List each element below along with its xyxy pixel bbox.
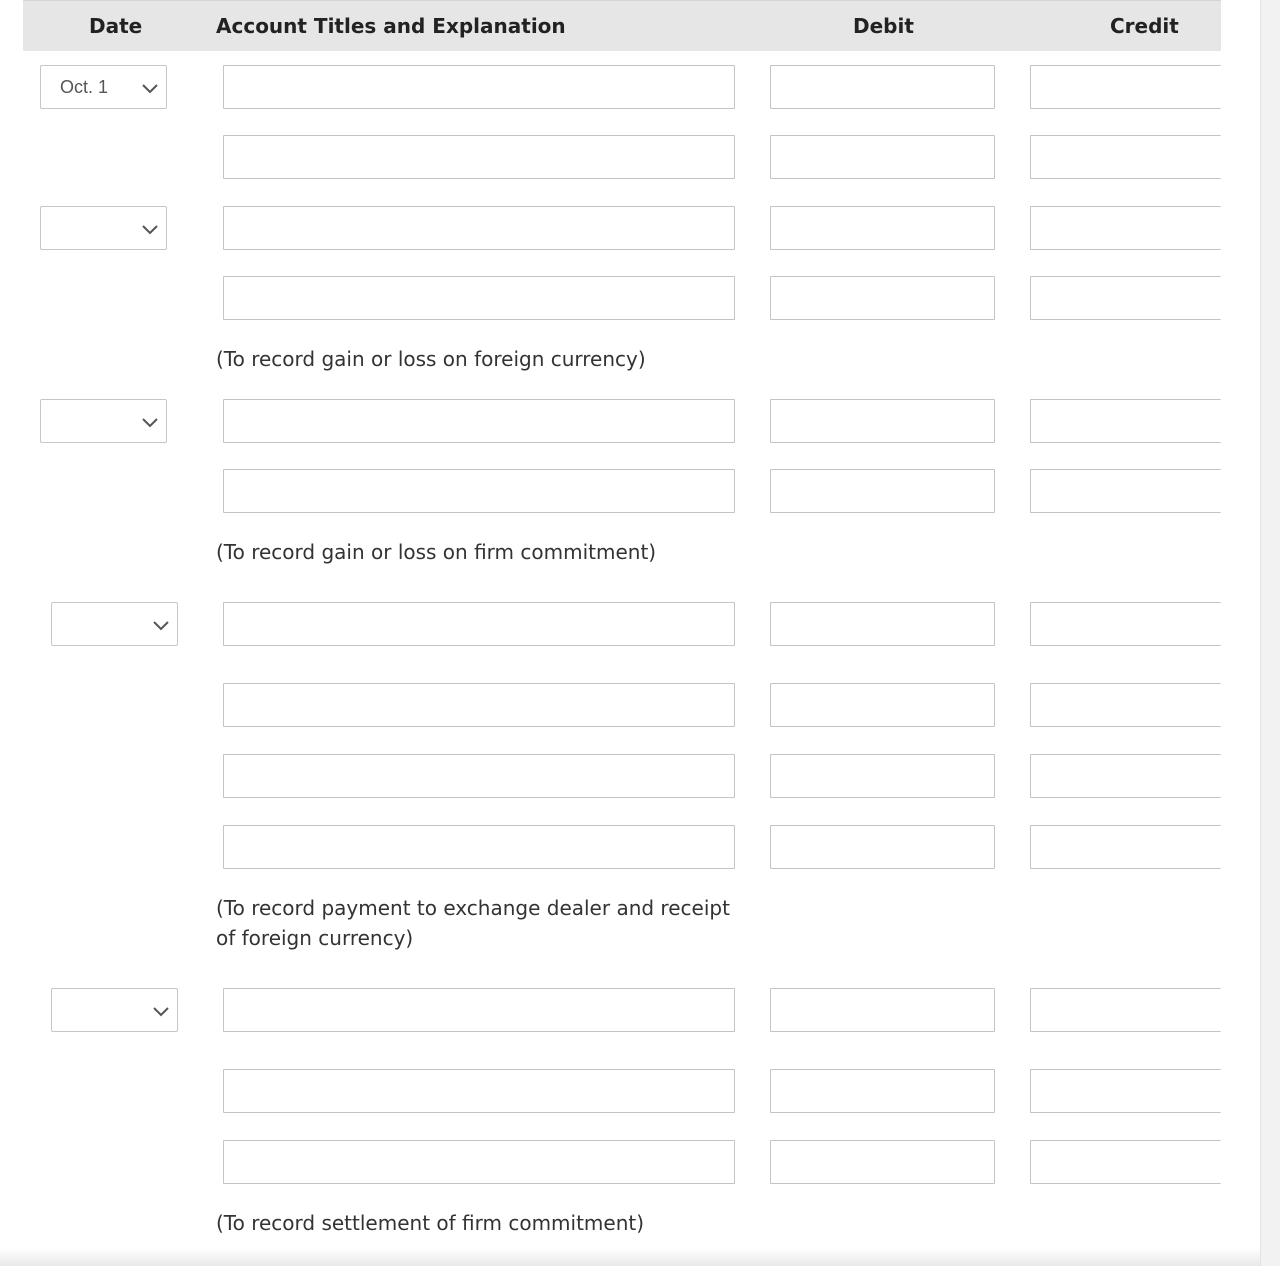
date-select-4[interactable] (51, 602, 178, 646)
date-select-1[interactable]: Oct. 1 (40, 65, 167, 109)
debit-input[interactable] (770, 276, 995, 320)
credit-input[interactable] (1030, 754, 1221, 798)
debit-input[interactable] (770, 1140, 995, 1184)
date-column-header: Date (89, 14, 143, 38)
debit-column-header: Debit (853, 14, 914, 38)
date-select-2[interactable] (40, 206, 167, 250)
chevron-down-icon (153, 621, 169, 631)
debit-input[interactable] (770, 469, 995, 513)
account-title-input[interactable] (223, 206, 735, 250)
credit-input[interactable] (1030, 65, 1221, 109)
credit-input[interactable] (1030, 1069, 1221, 1113)
account-title-input[interactable] (223, 825, 735, 869)
debit-input[interactable] (770, 135, 995, 179)
debit-input[interactable] (770, 602, 995, 646)
account-column-header: Account Titles and Explanation (216, 14, 566, 38)
entry-explanation: (To record gain or loss on firm commitme… (216, 540, 657, 564)
credit-column-header: Credit (1110, 14, 1179, 38)
credit-input[interactable] (1030, 135, 1221, 179)
credit-input[interactable] (1030, 206, 1221, 250)
account-title-input[interactable] (223, 754, 735, 798)
table-header: Date Account Titles and Explanation Debi… (23, 0, 1221, 51)
debit-input[interactable] (770, 206, 995, 250)
account-title-input[interactable] (223, 1140, 735, 1184)
credit-input[interactable] (1030, 825, 1221, 869)
credit-input[interactable] (1030, 683, 1221, 727)
account-title-input[interactable] (223, 65, 735, 109)
entry-explanation: (To record settlement of firm commitment… (216, 1211, 645, 1235)
credit-input[interactable] (1030, 602, 1221, 646)
bottom-edge-shadow (0, 1248, 1260, 1266)
credit-input[interactable] (1030, 988, 1221, 1032)
account-title-input[interactable] (223, 469, 735, 513)
debit-input[interactable] (770, 399, 995, 443)
credit-input[interactable] (1030, 469, 1221, 513)
chevron-down-icon (142, 418, 158, 428)
debit-input[interactable] (770, 1069, 995, 1113)
debit-input[interactable] (770, 754, 995, 798)
debit-input[interactable] (770, 988, 995, 1032)
account-title-input[interactable] (223, 988, 735, 1032)
credit-input[interactable] (1030, 276, 1221, 320)
date-select-value: Oct. 1 (60, 77, 109, 97)
account-title-input[interactable] (223, 1069, 735, 1113)
debit-input[interactable] (770, 825, 995, 869)
date-select-3[interactable] (40, 399, 167, 443)
chevron-down-icon (142, 225, 158, 235)
credit-input[interactable] (1030, 1140, 1221, 1184)
entry-explanation: (To record gain or loss on foreign curre… (216, 347, 646, 371)
chevron-down-icon (142, 84, 158, 94)
entry-explanation: (To record payment to exchange dealer an… (216, 896, 730, 950)
account-title-input[interactable] (223, 276, 735, 320)
account-title-input[interactable] (223, 399, 735, 443)
debit-input[interactable] (770, 683, 995, 727)
journal-entry-form: Date Account Titles and Explanation Debi… (0, 0, 1280, 1266)
account-title-input[interactable] (223, 683, 735, 727)
account-title-input[interactable] (223, 602, 735, 646)
chevron-down-icon (153, 1007, 169, 1017)
page-scrollbar[interactable] (1260, 0, 1280, 1266)
credit-input[interactable] (1030, 399, 1221, 443)
date-select-5[interactable] (51, 988, 178, 1032)
debit-input[interactable] (770, 65, 995, 109)
account-title-input[interactable] (223, 135, 735, 179)
